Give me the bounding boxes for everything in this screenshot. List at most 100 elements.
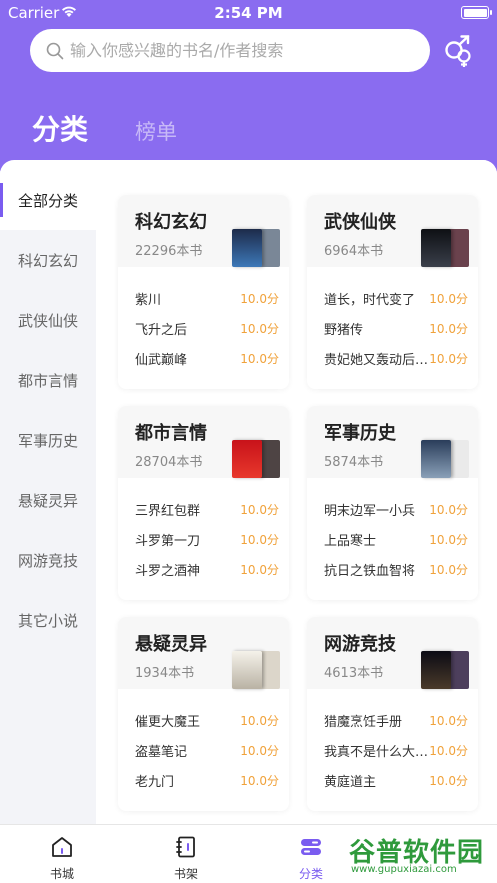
bookshelf-icon	[176, 836, 195, 858]
sidebar-item-military[interactable]: 军事历史	[0, 410, 96, 470]
book-cover	[421, 651, 451, 689]
card-title: 武侠仙侠	[324, 212, 396, 233]
book-cover	[232, 440, 262, 478]
card-count: 5874本书	[324, 455, 384, 470]
book-row[interactable]: 道长，时代变了 10.0分	[307, 283, 478, 313]
book-row[interactable]: 斗罗第一刀 10.0分	[118, 524, 289, 554]
search-input[interactable]	[70, 41, 400, 60]
book-cover	[232, 229, 262, 267]
nav-bookshelf[interactable]: 书架	[146, 825, 226, 883]
book-covers	[421, 651, 473, 689]
book-score: 10.0分	[429, 322, 468, 336]
book-covers	[421, 440, 473, 478]
card-count: 6964本书	[324, 244, 384, 259]
sidebar-item-label: 科幻玄幻	[18, 251, 79, 270]
book-name: 仙武巅峰	[135, 353, 188, 368]
sidebar-item-label: 军事历史	[18, 431, 79, 450]
book-row[interactable]: 我真不是什么大… 10.0分	[307, 735, 478, 765]
sidebar-item-label: 网游竞技	[18, 551, 79, 570]
sidebar-item-urban[interactable]: 都市言情	[0, 350, 96, 410]
book-score: 10.0分	[429, 744, 468, 758]
sidebar-item-label: 都市言情	[18, 371, 79, 390]
category-card[interactable]: 武侠仙侠 6964本书 道长，时代变了 10.0分 野猪传 10.0分 贵妃她又轰动…	[307, 195, 478, 389]
sidebar-item-mystery[interactable]: 悬疑灵异	[0, 470, 96, 530]
book-row[interactable]: 紫川 10.0分	[118, 283, 289, 313]
book-name: 催更大魔王	[135, 715, 201, 730]
watermark-url: www.gupuxiazai.com	[351, 864, 457, 875]
book-row[interactable]: 贵妃她又轰动后… 10.0分	[307, 343, 478, 373]
nav-bookstore[interactable]: 书城	[22, 825, 102, 883]
book-name: 紫川	[135, 293, 162, 308]
book-row[interactable]: 老九门 10.0分	[118, 765, 289, 795]
book-score: 10.0分	[240, 352, 279, 366]
book-score: 10.0分	[240, 322, 279, 336]
card-title: 都市言情	[135, 423, 207, 444]
status-bar: Carrier 2:54 PM	[0, 0, 497, 26]
sidebar-item-wuxia[interactable]: 武侠仙侠	[0, 290, 96, 350]
book-name: 上品寒士	[324, 534, 377, 549]
book-score: 10.0分	[240, 503, 279, 517]
book-name: 猎魔烹饪手册	[324, 715, 403, 730]
book-score: 10.0分	[240, 563, 279, 577]
home-icon	[52, 837, 72, 857]
book-row[interactable]: 猎魔烹饪手册 10.0分	[307, 705, 478, 735]
book-row[interactable]: 飞升之后 10.0分	[118, 313, 289, 343]
book-name: 我真不是什么大…	[324, 745, 429, 760]
book-score: 10.0分	[429, 503, 468, 517]
book-score: 10.0分	[429, 714, 468, 728]
gender-switch-icon[interactable]	[440, 34, 476, 68]
book-score: 10.0分	[240, 292, 279, 306]
book-row[interactable]: 催更大魔王 10.0分	[118, 705, 289, 735]
card-count: 4613本书	[324, 666, 384, 681]
category-card[interactable]: 科幻玄幻 22296本书 紫川 10.0分 飞升之后 10.0分 仙武巅峰 10.0分	[118, 195, 289, 389]
battery-icon	[461, 6, 492, 19]
book-name: 斗罗之酒神	[135, 564, 201, 579]
book-row[interactable]: 盗墓笔记 10.0分	[118, 735, 289, 765]
sidebar-item-label: 全部分类	[18, 191, 79, 210]
book-cover	[421, 440, 451, 478]
category-sidebar: 全部分类 科幻玄幻 武侠仙侠 都市言情 军事历史 悬疑灵异 网游竞技 其它小说	[0, 170, 96, 824]
sidebar-item-other[interactable]: 其它小说	[0, 590, 96, 650]
category-card[interactable]: 都市言情 28704本书 三界红包群 10.0分 斗罗第一刀 10.0分 斗罗之酒神…	[118, 406, 289, 600]
book-score: 10.0分	[429, 352, 468, 366]
book-row[interactable]: 明末边军一小兵 10.0分	[307, 494, 478, 524]
sidebar-item-scifi[interactable]: 科幻玄幻	[0, 230, 96, 290]
book-row[interactable]: 抗日之铁血智将 10.0分	[307, 554, 478, 584]
category-card[interactable]: 悬疑灵异 1934本书 催更大魔王 10.0分 盗墓笔记 10.0分 老九门 10.0…	[118, 617, 289, 811]
book-row[interactable]: 斗罗之酒神 10.0分	[118, 554, 289, 584]
book-row[interactable]: 三界红包群 10.0分	[118, 494, 289, 524]
book-name: 黄庭道主	[324, 775, 377, 790]
book-score: 10.0分	[429, 292, 468, 306]
category-card[interactable]: 网游竞技 4613本书 猎魔烹饪手册 10.0分 我真不是什么大… 10.0分 黄庭…	[307, 617, 478, 811]
category-icon	[301, 839, 321, 855]
tab-category[interactable]: 分类	[32, 108, 88, 148]
book-name: 野猪传	[324, 323, 364, 338]
book-score: 10.0分	[429, 533, 468, 547]
search-bar[interactable]	[30, 29, 430, 72]
book-score: 10.0分	[240, 744, 279, 758]
book-score: 10.0分	[429, 774, 468, 788]
book-covers	[232, 651, 284, 689]
book-score: 10.0分	[240, 774, 279, 788]
book-row[interactable]: 上品寒士 10.0分	[307, 524, 478, 554]
book-cover	[232, 651, 262, 689]
sidebar-item-gaming[interactable]: 网游竞技	[0, 530, 96, 590]
card-title: 军事历史	[324, 423, 396, 444]
sidebar-item-all[interactable]: 全部分类	[0, 170, 96, 230]
book-name: 老九门	[135, 775, 175, 790]
book-row[interactable]: 黄庭道主 10.0分	[307, 765, 478, 795]
book-row[interactable]: 仙武巅峰 10.0分	[118, 343, 289, 373]
book-name: 斗罗第一刀	[135, 534, 201, 549]
book-score: 10.0分	[240, 533, 279, 547]
sidebar-item-label: 武侠仙侠	[18, 311, 79, 330]
category-card[interactable]: 军事历史 5874本书 明末边军一小兵 10.0分 上品寒士 10.0分 抗日之铁血…	[307, 406, 478, 600]
sidebar-item-label: 其它小说	[18, 611, 79, 630]
tab-ranking[interactable]: 榜单	[135, 116, 177, 146]
book-covers	[232, 229, 284, 267]
nav-category[interactable]: 分类	[271, 825, 351, 883]
book-score: 10.0分	[240, 714, 279, 728]
book-covers	[421, 229, 473, 267]
book-name: 抗日之铁血智将	[324, 564, 416, 579]
book-row[interactable]: 野猪传 10.0分	[307, 313, 478, 343]
card-title: 科幻玄幻	[135, 212, 207, 233]
